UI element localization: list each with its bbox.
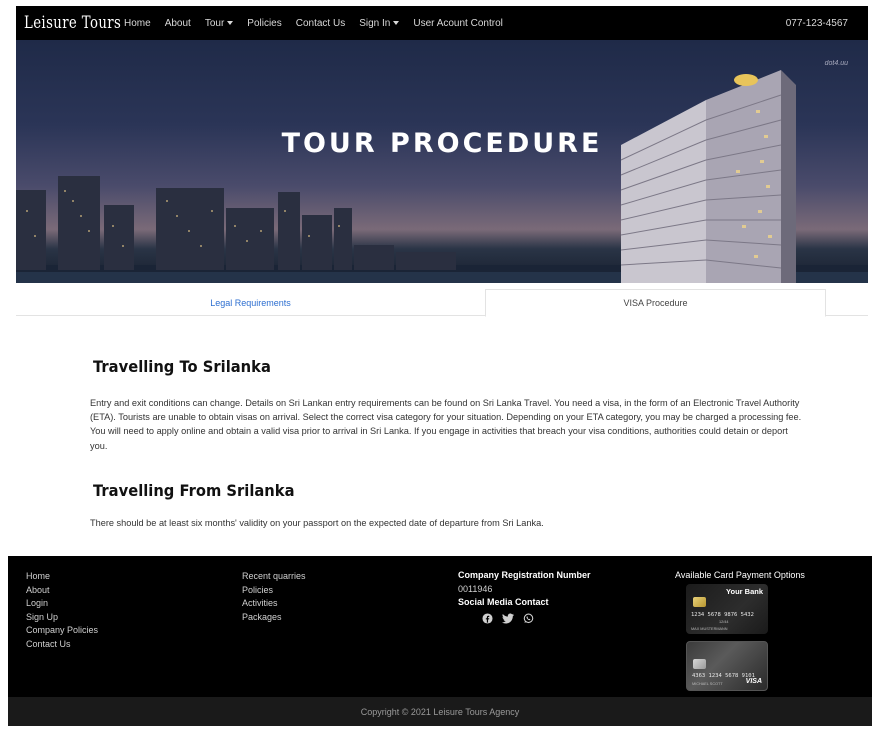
- card-expiry: 12/44: [719, 620, 729, 624]
- nav-policies[interactable]: Policies: [247, 18, 281, 29]
- card-bank-name: Your Bank: [726, 587, 763, 596]
- nav-home-label: Home: [124, 17, 151, 29]
- nav-user-account-control[interactable]: User Acount Control: [413, 18, 503, 29]
- registration-heading: Company Registration Number: [458, 570, 591, 580]
- footer-link-activities[interactable]: Activities: [242, 597, 306, 611]
- nav-about[interactable]: About: [165, 18, 191, 29]
- card-chip-icon: [693, 659, 706, 669]
- social-heading: Social Media Contact: [458, 597, 549, 607]
- whatsapp-icon[interactable]: [523, 613, 534, 624]
- registration-number: 0011946: [458, 584, 493, 594]
- city-skyline-image: [16, 70, 868, 283]
- footer-link-contact[interactable]: Contact Us: [26, 638, 98, 652]
- card-chip-icon: [693, 597, 706, 607]
- navbar: Leisure Tours Home About Tour Policies C…: [16, 6, 868, 40]
- copyright-bar: Copyright © 2021 Leisure Tours Agency: [8, 697, 872, 726]
- nav-policies-label: Policies: [247, 17, 282, 29]
- payment-options-heading: Available Card Payment Options: [675, 570, 805, 580]
- hero-banner: dot4.uu TOUR PROCEDURE: [16, 40, 868, 283]
- visa-logo: VISA: [745, 678, 762, 685]
- section-text-to-srilanka: Entry and exit conditions can change. De…: [90, 398, 802, 451]
- nav-about-label: About: [164, 17, 191, 29]
- footer: Home About Login Sign Up Company Policie…: [8, 556, 872, 697]
- section-text-from-srilanka: There should be at least six months' val…: [90, 518, 544, 528]
- nav-contact-label: Contact Us: [295, 17, 346, 29]
- nav-signin-dropdown[interactable]: Sign In: [359, 17, 400, 29]
- section-title-to-srilanka: Travelling To Srilanka: [93, 357, 271, 376]
- footer-link-packages[interactable]: Packages: [242, 611, 306, 625]
- phone-number[interactable]: 077-123-4567: [786, 18, 848, 29]
- nav-tour-dropdown[interactable]: Tour: [204, 17, 234, 29]
- tab-legal-requirements[interactable]: Legal Requirements: [16, 289, 485, 316]
- caret-down-icon: [393, 21, 400, 25]
- footer-link-signup[interactable]: Sign Up: [26, 611, 98, 625]
- hero-watermark: dot4.uu: [824, 60, 848, 67]
- section-title-from-srilanka: Travelling From Srilanka: [93, 481, 295, 500]
- footer-link-login[interactable]: Login: [26, 597, 98, 611]
- tab-visa-procedure[interactable]: VISA Procedure: [485, 289, 826, 317]
- footer-link-company-policies[interactable]: Company Policies: [26, 624, 98, 638]
- visa-card-image: 4363 1234 5678 9101 MICHAEL SCOTT VISA: [686, 641, 768, 691]
- nav-contact[interactable]: Contact Us: [296, 18, 345, 29]
- footer-links-col1: Home About Login Sign Up Company Policie…: [26, 570, 98, 652]
- credit-card-image: Your Bank 1234 5678 9876 5432 12/44 MAX …: [686, 584, 768, 634]
- footer-link-policies[interactable]: Policies: [242, 584, 306, 598]
- card-number: 1234 5678 9876 5432: [691, 612, 754, 618]
- footer-link-about[interactable]: About: [26, 584, 98, 598]
- footer-company-info: Company Registration Number 0011946 Soci…: [458, 570, 591, 624]
- twitter-icon[interactable]: [502, 613, 514, 624]
- brand-logo[interactable]: Leisure Tours: [24, 13, 121, 33]
- page-title: TOUR PROCEDURE: [281, 128, 603, 159]
- footer-link-home[interactable]: Home: [26, 570, 98, 584]
- card-holder: MAX MUSTERMANN: [691, 627, 728, 631]
- nav-tour-label: Tour: [204, 17, 225, 29]
- nav-uac-label: User Acount Control: [413, 17, 503, 29]
- nav-menu: Home About Tour Policies Contact Us Sign…: [124, 18, 517, 29]
- card-holder: MICHAEL SCOTT: [692, 682, 723, 686]
- footer-links-col2: Recent quarries Policies Activities Pack…: [242, 570, 306, 624]
- facebook-icon[interactable]: [482, 613, 493, 624]
- nav-home[interactable]: Home: [124, 18, 151, 29]
- footer-link-recent-quarries[interactable]: Recent quarries: [242, 570, 306, 584]
- tab-bar: Legal Requirements VISA Procedure: [16, 289, 868, 317]
- social-icons: [482, 613, 591, 624]
- caret-down-icon: [227, 21, 234, 25]
- footer-payment-heading-wrap: Available Card Payment Options: [675, 570, 805, 580]
- nav-signin-label: Sign In: [359, 17, 391, 29]
